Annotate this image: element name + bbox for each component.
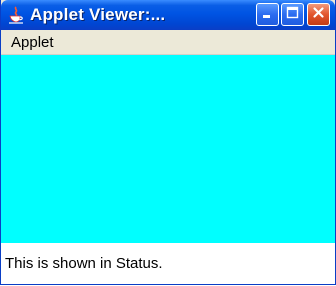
title-bar[interactable]: Applet Viewer:... — [1, 0, 335, 30]
window-title: Applet Viewer:... — [30, 5, 166, 24]
maximize-icon — [286, 6, 299, 24]
menu-applet[interactable]: Applet — [11, 34, 54, 51]
minimize-button[interactable] — [256, 3, 279, 26]
status-text: This is shown in Status. — [5, 255, 163, 272]
close-icon — [312, 6, 325, 24]
applet-viewer-window: Applet Viewer:... Applet This is shown i… — [0, 0, 336, 285]
java-cup-icon[interactable] — [7, 6, 25, 24]
minimize-icon — [261, 6, 274, 24]
menu-bar: Applet — [1, 30, 335, 55]
close-button[interactable] — [307, 3, 330, 26]
applet-canvas[interactable] — [1, 55, 335, 243]
maximize-button[interactable] — [281, 3, 304, 26]
status-bar: This is shown in Status. — [1, 243, 335, 284]
